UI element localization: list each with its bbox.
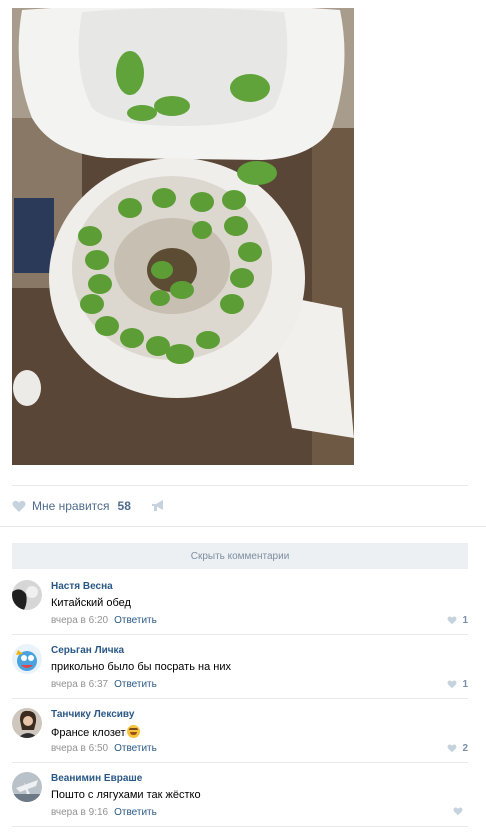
like-label: Мне нравится bbox=[32, 499, 110, 513]
reply-link[interactable]: Ответить bbox=[114, 743, 157, 754]
comment-like-button[interactable]: 2 bbox=[447, 743, 468, 754]
comment-text: Пошто с лягухами так жёстко bbox=[51, 789, 201, 801]
comment-time[interactable]: вчера в 6:20 bbox=[51, 615, 108, 626]
like-button[interactable]: Мне нравится 58 bbox=[12, 499, 131, 513]
comment-author[interactable]: Танчику Лексиву bbox=[51, 709, 134, 720]
heart-icon bbox=[447, 680, 457, 689]
reply-link[interactable]: Ответить bbox=[114, 679, 157, 690]
avatar[interactable] bbox=[12, 644, 42, 674]
avatar[interactable] bbox=[12, 580, 42, 610]
post-photo[interactable] bbox=[12, 8, 354, 465]
comment-like-count: 1 bbox=[462, 679, 468, 690]
reply-link[interactable]: Ответить bbox=[114, 807, 157, 818]
comment-text: прикольно было бы посрать на них bbox=[51, 661, 231, 673]
divider bbox=[12, 826, 468, 827]
comment-item: Танчику Лексиву Франсе клозет вчера в 6:… bbox=[12, 700, 468, 756]
avatar[interactable] bbox=[12, 708, 42, 738]
comment-meta: вчера в 9:16 Ответить bbox=[51, 807, 157, 818]
comment-time[interactable]: вчера в 6:50 bbox=[51, 743, 108, 754]
avatar[interactable] bbox=[12, 772, 42, 802]
comment-text: Китайский обед bbox=[51, 597, 131, 609]
divider bbox=[0, 526, 486, 527]
comment-author[interactable]: Серьган Личка bbox=[51, 645, 124, 656]
hide-comments-button[interactable]: Скрыть комментарии bbox=[12, 543, 468, 569]
divider bbox=[12, 698, 468, 699]
divider bbox=[12, 634, 468, 635]
like-count: 58 bbox=[117, 499, 131, 513]
comment-meta: вчера в 6:50 Ответить bbox=[51, 743, 157, 754]
comment-meta: вчера в 6:20 Ответить bbox=[51, 615, 157, 626]
heart-icon bbox=[453, 807, 463, 816]
comment-item: Серьган Личка прикольно было бы посрать … bbox=[12, 636, 468, 692]
megaphone-icon[interactable] bbox=[151, 500, 165, 512]
comment-text: Франсе клозет bbox=[51, 725, 140, 739]
comment-item: Настя Весна Китайский обед вчера в 6:20 О… bbox=[12, 572, 468, 628]
comment-like-count: 1 bbox=[462, 615, 468, 626]
reply-link[interactable]: Ответить bbox=[114, 615, 157, 626]
comment-time[interactable]: вчера в 6:37 bbox=[51, 679, 108, 690]
comment-author[interactable]: Веанимин Евраше bbox=[51, 773, 142, 784]
comment-author[interactable]: Настя Весна bbox=[51, 581, 113, 592]
divider bbox=[12, 762, 468, 763]
comment-like-button[interactable]: 1 bbox=[447, 679, 468, 690]
laughing-emoji-icon bbox=[126, 725, 140, 738]
divider bbox=[12, 485, 468, 486]
comment-time[interactable]: вчера в 9:16 bbox=[51, 807, 108, 818]
heart-icon bbox=[447, 616, 457, 625]
comment-like-button[interactable]: 1 bbox=[447, 615, 468, 626]
post-actions: Мне нравится 58 bbox=[12, 496, 165, 516]
heart-icon bbox=[12, 500, 26, 512]
comment-like-button[interactable] bbox=[453, 807, 468, 816]
comment-like-count: 2 bbox=[462, 743, 468, 754]
comment-meta: вчера в 6:37 Ответить bbox=[51, 679, 157, 690]
comment-text-content: Франсе клозет bbox=[51, 727, 126, 739]
heart-icon bbox=[447, 744, 457, 753]
comment-item: Веанимин Евраше Пошто с лягухами так жёс… bbox=[12, 764, 468, 820]
